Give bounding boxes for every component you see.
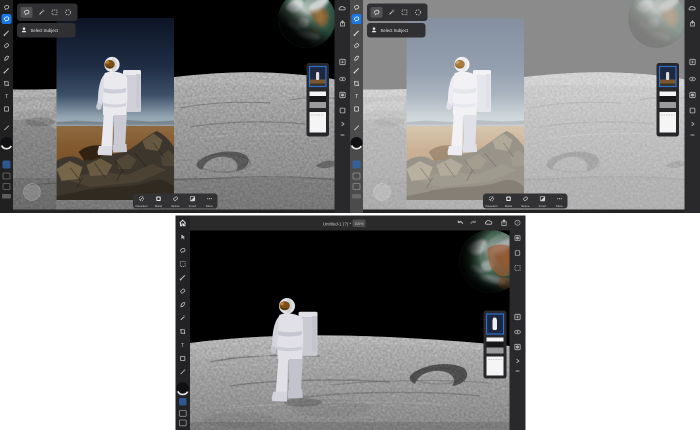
- svg-text:Mask: Mask: [505, 204, 513, 208]
- svg-text:?: ?: [516, 221, 518, 225]
- svg-text:Select Subject: Select Subject: [381, 28, 409, 33]
- svg-text:More: More: [556, 204, 563, 208]
- svg-text:Invert: Invert: [539, 204, 547, 208]
- svg-text:Erase: Erase: [521, 204, 529, 208]
- svg-text:Invert: Invert: [189, 204, 197, 208]
- svg-text:Untitled-1 (?) *: Untitled-1 (?) *: [323, 221, 352, 226]
- svg-text:Deselect: Deselect: [135, 204, 147, 208]
- svg-text:Select Subject: Select Subject: [31, 28, 59, 33]
- svg-text:More: More: [206, 204, 213, 208]
- svg-text:Erase: Erase: [171, 204, 179, 208]
- svg-text:Deselect: Deselect: [485, 204, 497, 208]
- svg-text:100%: 100%: [355, 222, 364, 226]
- svg-text:Mask: Mask: [155, 204, 163, 208]
